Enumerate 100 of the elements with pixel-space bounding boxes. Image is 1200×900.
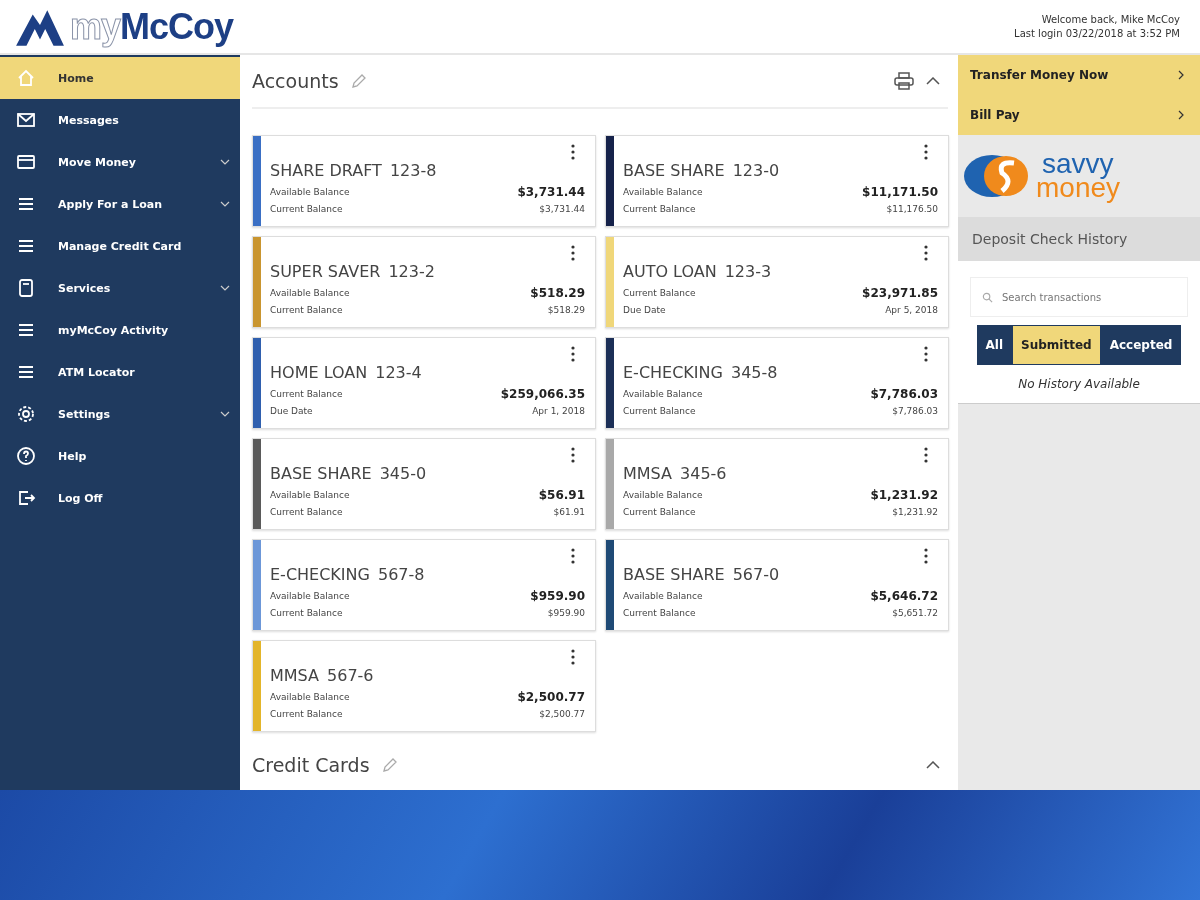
filter-tab[interactable]: Submitted [1012, 325, 1101, 365]
search-field[interactable]: Search transactions [970, 277, 1188, 317]
balance-label: Current Balance [270, 708, 343, 721]
calculator-icon [16, 278, 36, 298]
section-title: Credit Cards [252, 754, 370, 776]
account-number: 567-6 [327, 666, 374, 685]
printer-icon[interactable] [894, 72, 914, 90]
more-options-icon[interactable] [924, 346, 928, 362]
balance-label: Available Balance [623, 489, 703, 502]
last-login-text: Last login 03/22/2018 at 3:52 PM [1014, 26, 1180, 41]
sidebar-item[interactable]: Settings [0, 393, 240, 435]
more-options-icon[interactable] [571, 245, 575, 261]
account-number: 123-0 [732, 161, 780, 180]
logo-wordmark: myMcCoy [70, 5, 234, 48]
balance-value: $7,786.03 [870, 386, 938, 403]
gear-icon [16, 404, 36, 424]
account-card[interactable]: BASE SHARE 567-0 Available Balance $5,646.72 Current Balance $5,651.72 [605, 539, 949, 631]
account-name: AUTO LOAN [623, 262, 717, 281]
account-card[interactable]: BASE SHARE 123-0 Available Balance $11,171.50 Current Balance $11,176.50 [605, 135, 949, 227]
account-number: 345-6 [680, 464, 727, 483]
chevron-right-icon [1178, 110, 1184, 120]
balance-label: Available Balance [270, 489, 350, 502]
balance-value: $56.91 [538, 487, 585, 504]
empty-message: No History Available [1017, 377, 1141, 391]
balance-value: $61.91 [553, 506, 585, 519]
balance-label: Available Balance [270, 590, 350, 603]
sidebar-item[interactable]: Apply For a Loan [0, 183, 240, 225]
more-options-icon[interactable] [924, 245, 928, 261]
balance-label: Available Balance [623, 186, 703, 199]
balance-value: $1,231.92 [870, 487, 938, 504]
account-number: 123-4 [375, 363, 422, 382]
account-name: MMSA [623, 464, 672, 483]
account-name: MMSA [270, 666, 319, 685]
more-options-icon[interactable] [571, 447, 575, 463]
balance-label: Current Balance [270, 607, 343, 620]
more-options-icon[interactable] [924, 548, 928, 564]
account-name: E-CHECKING [623, 363, 723, 382]
account-card[interactable]: BASE SHARE 345-0 Available Balance $56.91 Current Balance $61.91 [252, 438, 596, 530]
account-card[interactable]: HOME LOAN 123-4 Current Balance $259,066.35 Due Date Apr 1, 2018 [252, 337, 596, 429]
sidebar-item[interactable]: Manage Credit Card [0, 225, 240, 267]
balance-label: Available Balance [270, 691, 350, 704]
balance-label: Available Balance [270, 186, 350, 199]
quick-link[interactable]: Bill Pay [958, 95, 1200, 135]
balance-value: $959.90 [547, 607, 585, 620]
more-options-icon[interactable] [924, 447, 928, 463]
balance-label: Due Date [270, 405, 313, 418]
balance-label: Current Balance [623, 203, 696, 216]
account-card[interactable]: SHARE DRAFT 123-8 Available Balance $3,731.44 Current Balance $3,731.44 [252, 135, 596, 227]
sidebar-item[interactable]: myMcCoy Activity [0, 309, 240, 351]
more-options-icon[interactable] [924, 144, 928, 160]
balance-label: Current Balance [270, 304, 343, 317]
balance-value: $3,731.44 [517, 184, 585, 201]
balance-value: $5,651.72 [892, 607, 938, 620]
account-number: 123-2 [388, 262, 435, 281]
balance-value: $2,500.77 [539, 708, 585, 721]
account-number: 345-0 [379, 464, 427, 483]
account-card[interactable]: SUPER SAVER 123-2 Available Balance $518.29 Current Balance $518.29 [252, 236, 596, 328]
more-options-icon[interactable] [571, 346, 575, 362]
balance-value: $2,500.77 [517, 689, 585, 706]
more-options-icon[interactable] [571, 649, 575, 665]
account-name: BASE SHARE [623, 161, 725, 180]
balance-label: Due Date [623, 304, 666, 317]
more-options-icon[interactable] [571, 548, 575, 564]
balance-value: $1,231.92 [892, 506, 938, 519]
balance-label: Current Balance [623, 607, 696, 620]
account-name: HOME LOAN [270, 363, 368, 382]
account-card[interactable]: E-CHECKING 567-8 Available Balance $959.90 Current Balance $959.90 [252, 539, 596, 631]
sidebar-item[interactable]: Help [0, 435, 240, 477]
balance-value: Apr 1, 2018 [532, 405, 585, 418]
account-card[interactable]: MMSA 345-6 Available Balance $1,231.92 Current Balance $1,231.92 [605, 438, 949, 530]
balance-label: Available Balance [623, 388, 703, 401]
account-card[interactable]: MMSA 567-6 Available Balance $2,500.77 Current Balance $2,500.77 [252, 640, 596, 732]
balance-value: Apr 5, 2018 [885, 304, 938, 317]
balance-label: Current Balance [270, 506, 343, 519]
balance-label: Current Balance [270, 203, 343, 216]
sidebar-item[interactable]: Services [0, 267, 240, 309]
savvy-money-logo[interactable]: savvy money [958, 135, 1200, 217]
balance-value: $11,176.50 [886, 203, 938, 216]
sidebar-item[interactable]: Messages [0, 99, 240, 141]
chevron-up-icon[interactable] [926, 77, 940, 85]
account-number: 123-3 [724, 262, 772, 281]
filter-tab[interactable]: Accepted [1100, 325, 1182, 365]
filter-tab[interactable]: All [976, 325, 1013, 365]
account-card[interactable]: E-CHECKING 345-8 Available Balance $7,786.03 Current Balance $7,786.03 [605, 337, 949, 429]
balance-label: Available Balance [270, 287, 350, 300]
chevron-up-icon[interactable] [926, 761, 940, 769]
panel-title: Deposit Check History [958, 217, 1200, 261]
home-icon [16, 68, 36, 88]
quick-link[interactable]: Transfer Money Now [958, 55, 1200, 95]
more-options-icon[interactable] [571, 144, 575, 160]
account-number: 567-0 [732, 565, 780, 584]
sidebar-item[interactable]: Move Money [0, 141, 240, 183]
account-name: BASE SHARE [270, 464, 372, 483]
account-card[interactable]: AUTO LOAN 123-3 Current Balance $23,971.85 Due Date Apr 5, 2018 [605, 236, 949, 328]
section-title: Accounts [252, 70, 339, 92]
sidebar-item[interactable]: ATM Locator [0, 351, 240, 393]
sidebar-item[interactable]: Home [0, 57, 240, 99]
balance-value: $259,066.35 [500, 386, 585, 403]
sidebar-item[interactable]: Log Off [0, 477, 240, 519]
card-icon [16, 152, 36, 172]
